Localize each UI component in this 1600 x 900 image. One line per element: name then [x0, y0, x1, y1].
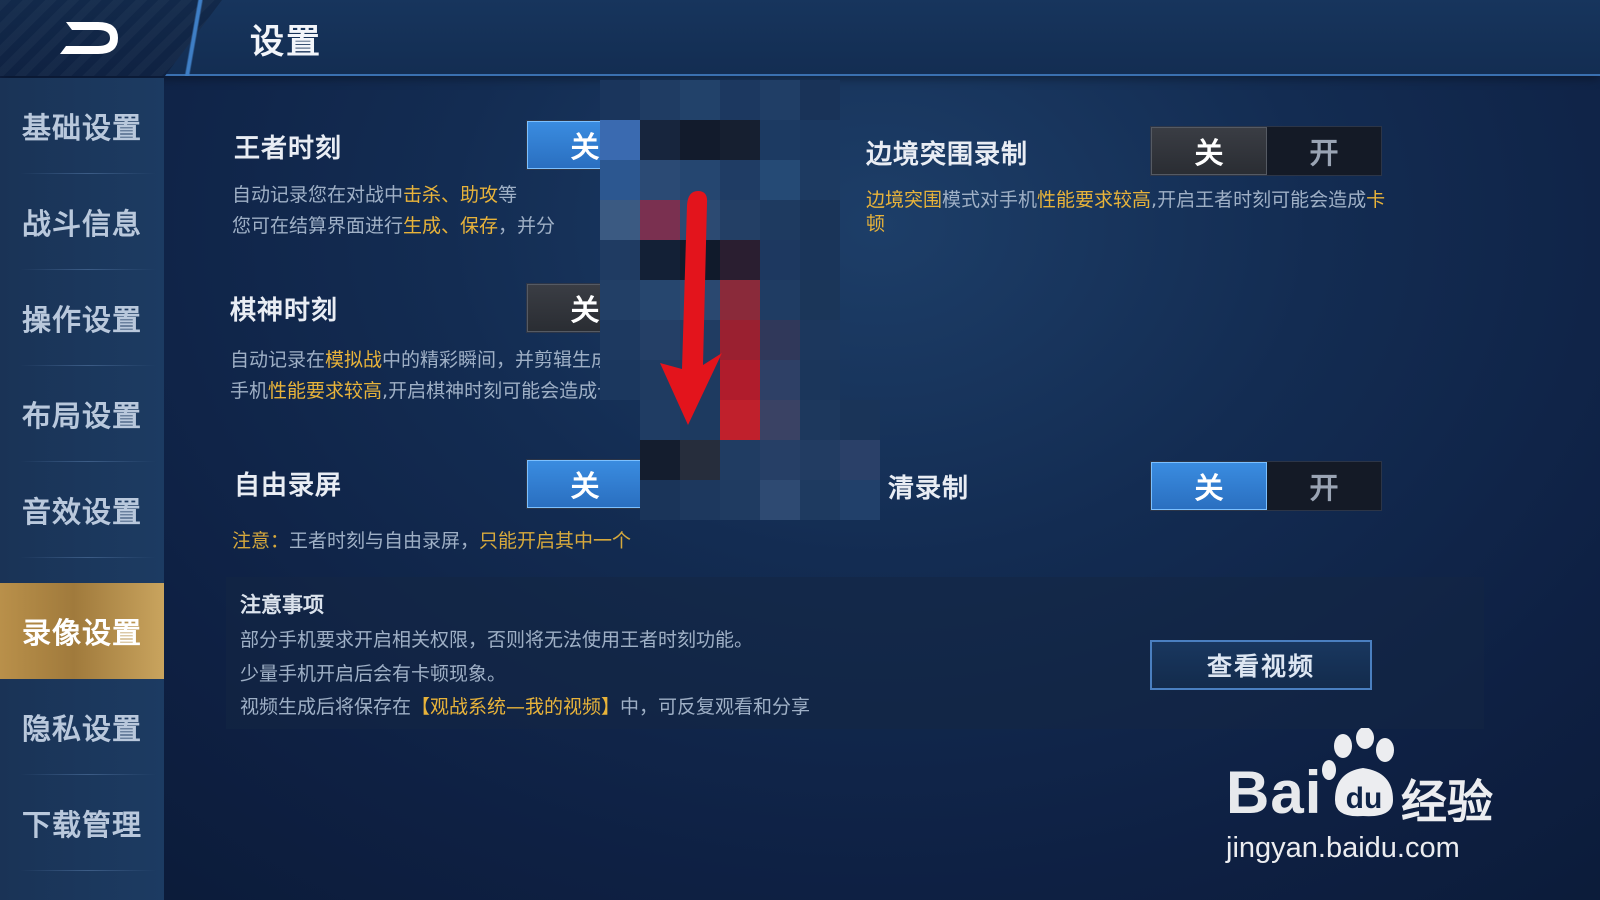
- sidebar: 基础设置 战斗信息 操作设置 布局设置 音效设置 录像设置 隐私设置 下载管理: [0, 78, 164, 900]
- sidebar-item-layout[interactable]: 布局设置: [0, 366, 164, 462]
- wangzhe-moment-title: 王者时刻: [234, 134, 343, 164]
- qishen-description: 自动记录在模拟战中的精彩瞬间，并剪辑生成 手机性能要求较高,开启棋神时刻可能会造…: [230, 345, 616, 407]
- settings-screen: 设置 基础设置 战斗信息 操作设置 布局设置 音效设置 录像设置 隐私设置 下载…: [0, 0, 1600, 900]
- sidebar-item-downloads[interactable]: 下载管理: [0, 775, 164, 871]
- notice-line-3: 视频生成后将保存在【观战系统—我的视频】中，可反复观看和分享: [240, 696, 811, 718]
- qishen-desc-line2: 手机性能要求较高,开启棋神时刻可能会造成卡: [230, 380, 617, 402]
- border-breakout-desc-line1: 边境突围模式对手机性能要求较高,开启王者时刻可能会造成卡: [866, 189, 1386, 211]
- border-breakout-off-option[interactable]: 关: [1151, 127, 1267, 175]
- border-breakout-desc-line2: 顿: [866, 213, 886, 235]
- hd-recording-toggle[interactable]: 关 开: [1150, 461, 1382, 511]
- page-title: 设置: [250, 22, 322, 62]
- qishen-moment-title: 棋神时刻: [230, 296, 339, 326]
- watermark-url: jingyan.baidu.com: [1226, 832, 1460, 864]
- sidebar-item-basic[interactable]: 基础设置: [0, 78, 164, 174]
- border-breakout-on-option[interactable]: 开: [1267, 127, 1381, 175]
- svg-text:du: du: [1346, 782, 1383, 815]
- baidu-paw-icon: du: [1322, 728, 1394, 817]
- notice-line-2: 少量手机开启后会有卡顿现象。: [240, 663, 507, 685]
- hd-recording-off-option[interactable]: 关: [1151, 462, 1267, 510]
- qishen-desc-line1: 自动记录在模拟战中的精彩瞬间，并剪辑生成: [230, 349, 611, 371]
- header-divider: [160, 0, 230, 76]
- red-arrow-annotation: [660, 191, 722, 425]
- border-breakout-description: 边境突围模式对手机性能要求较高,开启王者时刻可能会造成卡 顿: [866, 188, 1486, 236]
- hd-recording-title: 清录制: [888, 474, 970, 504]
- baidu-jingyan-watermark: Bai du 经验 jingyan.baidu.com: [1226, 728, 1526, 878]
- border-breakout-recording-title: 边境突围录制: [866, 140, 1029, 170]
- notice-line-1: 部分手机要求开启相关权限，否则将无法使用王者时刻功能。: [240, 629, 754, 651]
- sidebar-item-battle-info[interactable]: 战斗信息: [0, 174, 164, 270]
- sidebar-item-controls[interactable]: 操作设置: [0, 270, 164, 366]
- back-button[interactable]: [52, 14, 132, 62]
- free-recording-off-option[interactable]: 关: [527, 460, 643, 508]
- view-video-button[interactable]: 查看视频: [1150, 640, 1372, 690]
- sidebar-item-audio[interactable]: 音效设置: [0, 462, 164, 558]
- sidebar-item-privacy[interactable]: 隐私设置: [0, 679, 164, 775]
- notice-title: 注意事项: [240, 593, 324, 617]
- back-arrow-icon: [60, 22, 118, 54]
- watermark-brand: Bai: [1226, 759, 1323, 826]
- top-bar: 设置: [0, 0, 1600, 76]
- free-recording-title: 自由录屏: [234, 471, 343, 501]
- border-breakout-toggle[interactable]: 关 开: [1150, 126, 1382, 176]
- sidebar-item-recording[interactable]: 录像设置: [0, 583, 164, 679]
- hd-recording-on-option[interactable]: 开: [1267, 462, 1381, 510]
- watermark-jingyan: 经验: [1401, 775, 1493, 829]
- free-recording-note: 注意：王者时刻与自由录屏，只能开启其中一个: [232, 530, 632, 552]
